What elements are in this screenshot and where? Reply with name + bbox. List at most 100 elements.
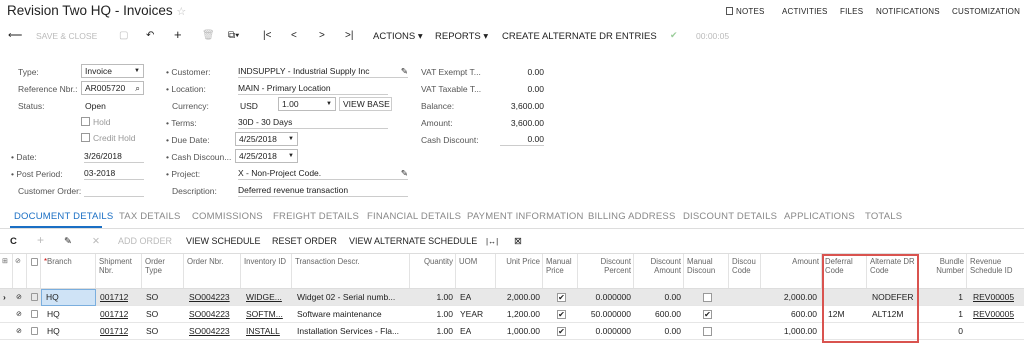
favorite-star-icon[interactable]: ☆ xyxy=(176,6,186,18)
fit-columns-icon[interactable]: |↔| xyxy=(486,237,498,246)
location-input[interactable]: MAIN - Primary Location xyxy=(238,82,388,95)
reset-order-button[interactable]: RESET ORDER xyxy=(272,236,337,246)
first-record-icon[interactable]: |< xyxy=(263,30,271,41)
paperclip-icon[interactable]: ⊘ xyxy=(16,289,22,306)
back-button[interactable]: ⟵ xyxy=(8,30,22,41)
customer-input[interactable]: INDSUPPLY - Industrial Supply Inc ✎ xyxy=(238,65,408,78)
undo-icon[interactable]: ↶ xyxy=(146,30,154,41)
col-header-manual-discount[interactable]: Manual Discoun xyxy=(684,254,729,288)
inventory-link[interactable]: SOFTM... xyxy=(246,306,290,323)
delete-row-icon[interactable]: ✕ xyxy=(92,236,100,247)
post-period-input[interactable]: 03-2018 xyxy=(84,167,144,180)
save-icon[interactable]: ▢ xyxy=(119,30,128,41)
manual-price-checkbox[interactable]: ✔ xyxy=(557,310,566,319)
refresh-icon[interactable]: C xyxy=(10,236,17,247)
date-input[interactable]: 3/26/2018 xyxy=(84,150,144,163)
view-base-button[interactable]: VIEW BASE xyxy=(339,97,392,111)
edit-row-icon[interactable]: ✎ xyxy=(64,236,72,247)
tab-tax-details[interactable]: TAX DETAILS xyxy=(119,211,181,222)
shipment-link[interactable]: 001712 xyxy=(100,289,128,306)
activities-link[interactable]: ACTIVITIES xyxy=(782,7,828,16)
prev-record-icon[interactable]: < xyxy=(291,30,297,41)
col-header-manual-price[interactable]: Manual Price xyxy=(543,254,578,288)
rate-select[interactable]: 1.00 ▼ xyxy=(278,97,336,111)
notifications-link[interactable]: NOTIFICATIONS xyxy=(876,7,940,16)
view-alternate-schedule-button[interactable]: VIEW ALTERNATE SCHEDULE xyxy=(349,236,477,246)
terms-input[interactable]: 30D - 30 Days xyxy=(238,116,388,129)
project-input[interactable]: X - Non-Project Code. ✎ xyxy=(238,167,408,180)
add-order-button[interactable]: ADD ORDER xyxy=(118,236,172,246)
cash-discount-date-input[interactable]: 4/25/2018 ▼ xyxy=(235,149,298,163)
save-close-button[interactable]: SAVE & CLOSE xyxy=(36,31,97,41)
order-nbr-link[interactable]: SO004223 xyxy=(189,323,230,340)
customer-order-input[interactable] xyxy=(84,184,144,197)
col-header-bundle-number[interactable]: Bundle Number xyxy=(919,254,967,288)
schedule-link[interactable]: REV00005 xyxy=(973,306,1014,323)
col-header-amount[interactable]: Amount xyxy=(761,254,822,288)
branch-cell[interactable]: HQ xyxy=(47,306,60,323)
branch-cell[interactable]: HQ xyxy=(41,289,96,306)
edit-pencil-icon[interactable]: ✎ xyxy=(401,167,408,179)
manual-price-checkbox[interactable]: ✔ xyxy=(557,327,566,336)
tab-billing-address[interactable]: BILLING ADDRESS xyxy=(588,211,675,222)
add-icon[interactable]: + xyxy=(174,27,182,42)
tab-applications[interactable]: APPLICATIONS xyxy=(784,211,855,222)
shipment-link[interactable]: 001712 xyxy=(100,306,128,323)
tab-freight-details[interactable]: FREIGHT DETAILS xyxy=(273,211,359,222)
col-header-quantity[interactable]: Quantity xyxy=(410,254,456,288)
col-header-inventory-id[interactable]: Inventory ID xyxy=(241,254,292,288)
tab-payment-information[interactable]: PAYMENT INFORMATION xyxy=(467,211,584,222)
order-nbr-link[interactable]: SO004223 xyxy=(189,306,230,323)
order-nbr-link[interactable]: SO004223 xyxy=(189,289,230,306)
col-header-transaction-descr[interactable]: Transaction Descr. xyxy=(292,254,410,288)
due-date-input[interactable]: 4/25/2018 ▼ xyxy=(235,132,298,146)
cash-discount-input[interactable]: 0.00 xyxy=(500,133,544,146)
manual-discount-checkbox[interactable] xyxy=(703,327,712,336)
schedule-link[interactable]: REV00005 xyxy=(973,289,1014,306)
col-header-order-nbr[interactable]: Order Nbr. xyxy=(184,254,241,288)
inventory-link[interactable]: WIDGE... xyxy=(246,289,290,306)
actions-menu[interactable]: ACTIONS ▾ xyxy=(373,31,423,42)
col-header-discount-percent[interactable]: Discount Percent xyxy=(578,254,634,288)
create-alternate-dr-entries-button[interactable]: CREATE ALTERNATE DR ENTRIES xyxy=(502,31,657,42)
col-header-shipment-nbr[interactable]: Shipment Nbr. xyxy=(96,254,142,288)
paperclip-icon[interactable]: ⊘ xyxy=(16,306,22,323)
tab-document-details[interactable]: DOCUMENT DETAILS xyxy=(14,211,113,222)
next-record-icon[interactable]: > xyxy=(319,30,325,41)
notes-link[interactable]: NOTES xyxy=(726,7,765,16)
shipment-link[interactable]: 001712 xyxy=(100,323,128,340)
tab-totals[interactable]: TOTALS xyxy=(865,211,902,222)
manual-discount-checkbox[interactable] xyxy=(703,293,712,302)
reports-menu[interactable]: REPORTS ▾ xyxy=(435,31,488,42)
edit-pencil-icon[interactable]: ✎ xyxy=(401,65,408,77)
copy-paste-icon[interactable]: ⧉▾ xyxy=(228,30,239,41)
col-header-revenue-schedule-id[interactable]: Revenue Schedule ID xyxy=(967,254,1024,288)
search-icon[interactable]: ⌕ xyxy=(135,83,140,94)
manual-price-checkbox[interactable]: ✔ xyxy=(557,293,566,302)
col-header-order-type[interactable]: Order Type xyxy=(142,254,184,288)
col-header-discount-amount[interactable]: Discount Amount xyxy=(634,254,684,288)
credit-hold-checkbox[interactable] xyxy=(81,133,90,142)
add-row-icon[interactable]: + xyxy=(37,233,44,247)
customization-link[interactable]: CUSTOMIZATION xyxy=(952,7,1020,16)
last-record-icon[interactable]: >| xyxy=(345,30,353,41)
export-excel-icon[interactable]: ⊠ xyxy=(514,236,522,247)
col-header-branch[interactable]: *Branch xyxy=(41,254,96,288)
reference-nbr-input[interactable]: AR005720 ⌕ xyxy=(81,81,144,95)
note-icon[interactable] xyxy=(31,293,38,301)
manual-discount-checkbox[interactable]: ✔ xyxy=(703,310,712,319)
note-icon[interactable] xyxy=(31,327,38,335)
tab-financial-details[interactable]: FINANCIAL DETAILS xyxy=(367,211,461,222)
view-schedule-button[interactable]: VIEW SCHEDULE xyxy=(186,236,261,246)
paperclip-icon[interactable]: ⊘ xyxy=(16,323,22,340)
note-icon[interactable] xyxy=(31,310,38,318)
delete-icon[interactable]: 🗑 xyxy=(202,30,215,41)
description-input[interactable]: Deferred revenue transaction xyxy=(238,184,408,197)
col-header-unit-price[interactable]: Unit Price xyxy=(496,254,543,288)
col-header-discount-code[interactable]: Discou Code xyxy=(729,254,761,288)
hold-checkbox[interactable] xyxy=(81,117,90,126)
tab-discount-details[interactable]: DISCOUNT DETAILS xyxy=(683,211,777,222)
col-header-uom[interactable]: UOM xyxy=(456,254,496,288)
inventory-link[interactable]: INSTALL xyxy=(246,323,290,340)
type-select[interactable]: Invoice ▼ xyxy=(81,64,144,78)
